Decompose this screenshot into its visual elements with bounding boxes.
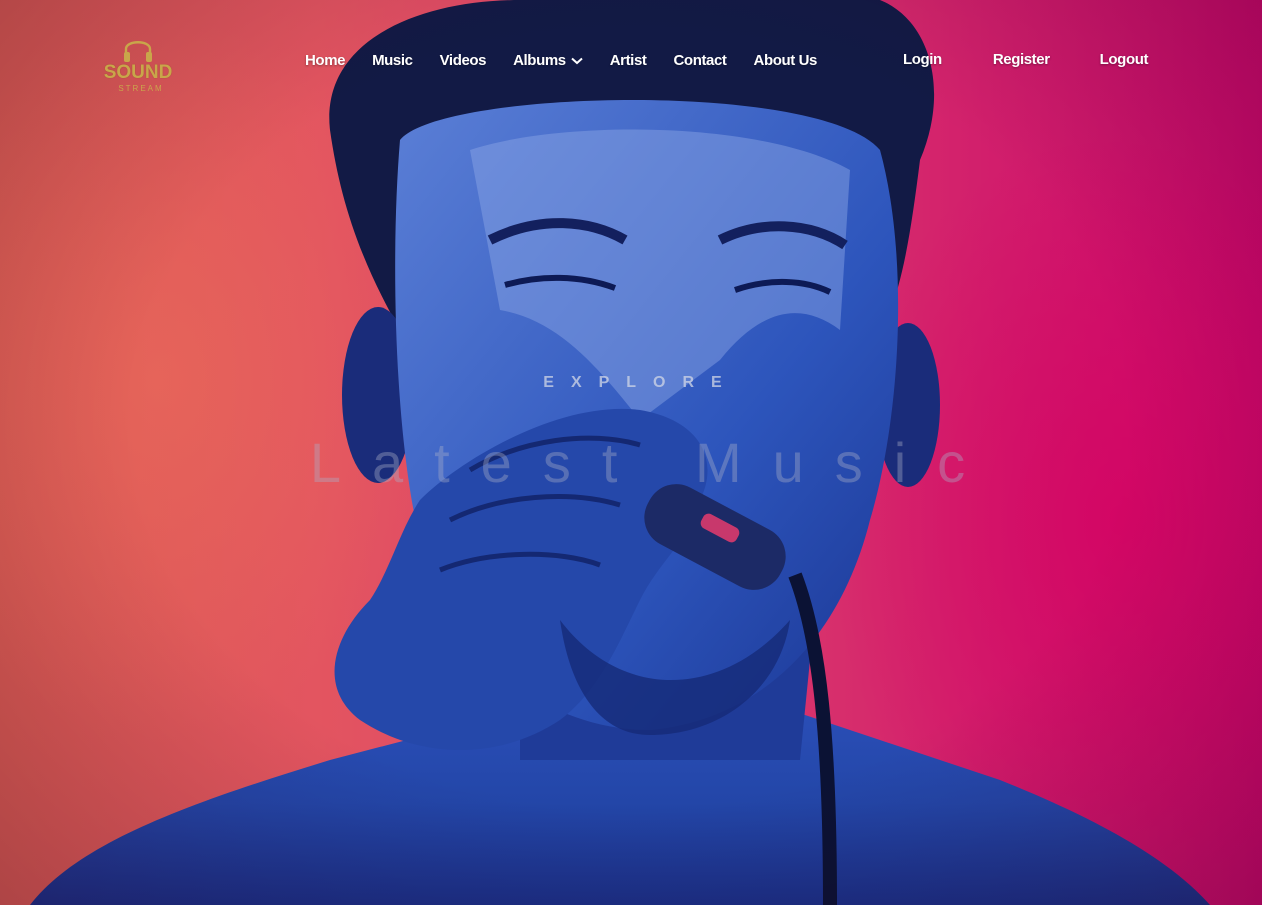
hero-section: SOUND STREAM Home Music Videos Albums Ar… bbox=[0, 0, 1262, 905]
nav-contact[interactable]: Contact bbox=[674, 52, 727, 69]
main-navigation: Home Music Videos Albums Artist Contact … bbox=[305, 52, 844, 69]
nav-videos[interactable]: Videos bbox=[440, 52, 487, 69]
nav-home[interactable]: Home bbox=[305, 52, 345, 69]
site-header: SOUND STREAM Home Music Videos Albums Ar… bbox=[0, 0, 1262, 120]
logo-wordmark: SOUND bbox=[103, 62, 173, 83]
headphones-icon bbox=[124, 41, 152, 62]
nav-albums[interactable]: Albums bbox=[513, 52, 583, 69]
brand-logo[interactable]: SOUND STREAM bbox=[100, 34, 180, 94]
hero-headline: Latest Music bbox=[309, 431, 997, 494]
nav-albums-label: Albums bbox=[513, 52, 566, 69]
logo-subtitle: STREAM bbox=[118, 84, 164, 93]
chevron-down-icon bbox=[571, 52, 583, 69]
nav-about-us[interactable]: About Us bbox=[754, 52, 818, 69]
register-link[interactable]: Register bbox=[993, 51, 1050, 68]
logout-link[interactable]: Logout bbox=[1100, 51, 1149, 68]
auth-links: Login Register Logout bbox=[903, 51, 1148, 68]
nav-artist[interactable]: Artist bbox=[610, 52, 647, 69]
login-link[interactable]: Login bbox=[903, 51, 942, 68]
nav-music[interactable]: Music bbox=[372, 52, 413, 69]
hero-eyebrow: EXPLORE bbox=[543, 374, 739, 391]
